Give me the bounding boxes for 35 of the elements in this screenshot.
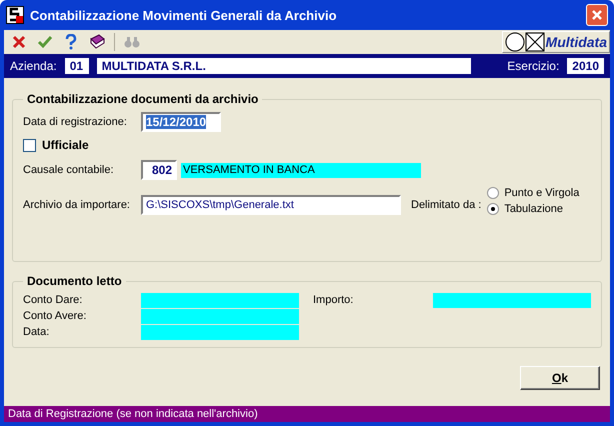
window-title: Contabilizzazione Movimenti Generali da Archivio: [30, 8, 338, 22]
field-label: Conto Avere:: [23, 310, 88, 322]
close-button[interactable]: [586, 4, 608, 26]
azienda-code: 01: [64, 58, 89, 74]
date-field[interactable]: 15/12/2010: [141, 112, 221, 132]
file-path-field[interactable]: G:\SISCOXS\tmp\Generale.txt: [141, 195, 401, 215]
checkmark-icon[interactable]: [36, 33, 54, 51]
checkbox-label: Ufficiale: [42, 138, 89, 152]
ok-button[interactable]: Ok: [520, 366, 600, 390]
close-icon: [591, 9, 603, 21]
status-bar: Data di Registrazione (se non indicata nell'archivio): [4, 406, 610, 422]
group-title: Contabilizzazione documenti da archivio: [26, 92, 260, 106]
radio-label: Tabulazione: [504, 203, 564, 215]
group-title: Documento letto: [26, 274, 123, 288]
field-label: Causale contabile:: [23, 164, 115, 176]
ufficiale-checkbox[interactable]: [23, 138, 36, 152]
radio-button[interactable]: [487, 187, 500, 199]
field-label: Archivio da importare:: [23, 199, 131, 211]
causale-code-field[interactable]: 802: [141, 160, 177, 180]
field-label: Conto Dare:: [23, 294, 84, 306]
esercizio-label: Esercizio:: [507, 59, 560, 73]
brand-name: Multidata: [546, 34, 607, 50]
field-label: Importo:: [313, 294, 354, 306]
app-icon: [6, 6, 24, 24]
radio-label: Punto e Virgola: [504, 187, 580, 199]
causale-description: VERSAMENTO IN BANCA: [181, 162, 421, 178]
azienda-label: Azienda:: [10, 59, 57, 73]
radio-button[interactable]: [487, 203, 500, 215]
field-label: Data:: [23, 326, 50, 338]
esercizio-value: 2010: [567, 58, 604, 74]
cancel-icon[interactable]: [10, 33, 28, 51]
book-icon[interactable]: [88, 33, 106, 51]
field-label: Data di registrazione:: [23, 116, 128, 128]
delimiter-label: Delimitato da :: [411, 199, 482, 211]
azienda-name: MULTIDATA S.R.L.: [96, 58, 472, 74]
